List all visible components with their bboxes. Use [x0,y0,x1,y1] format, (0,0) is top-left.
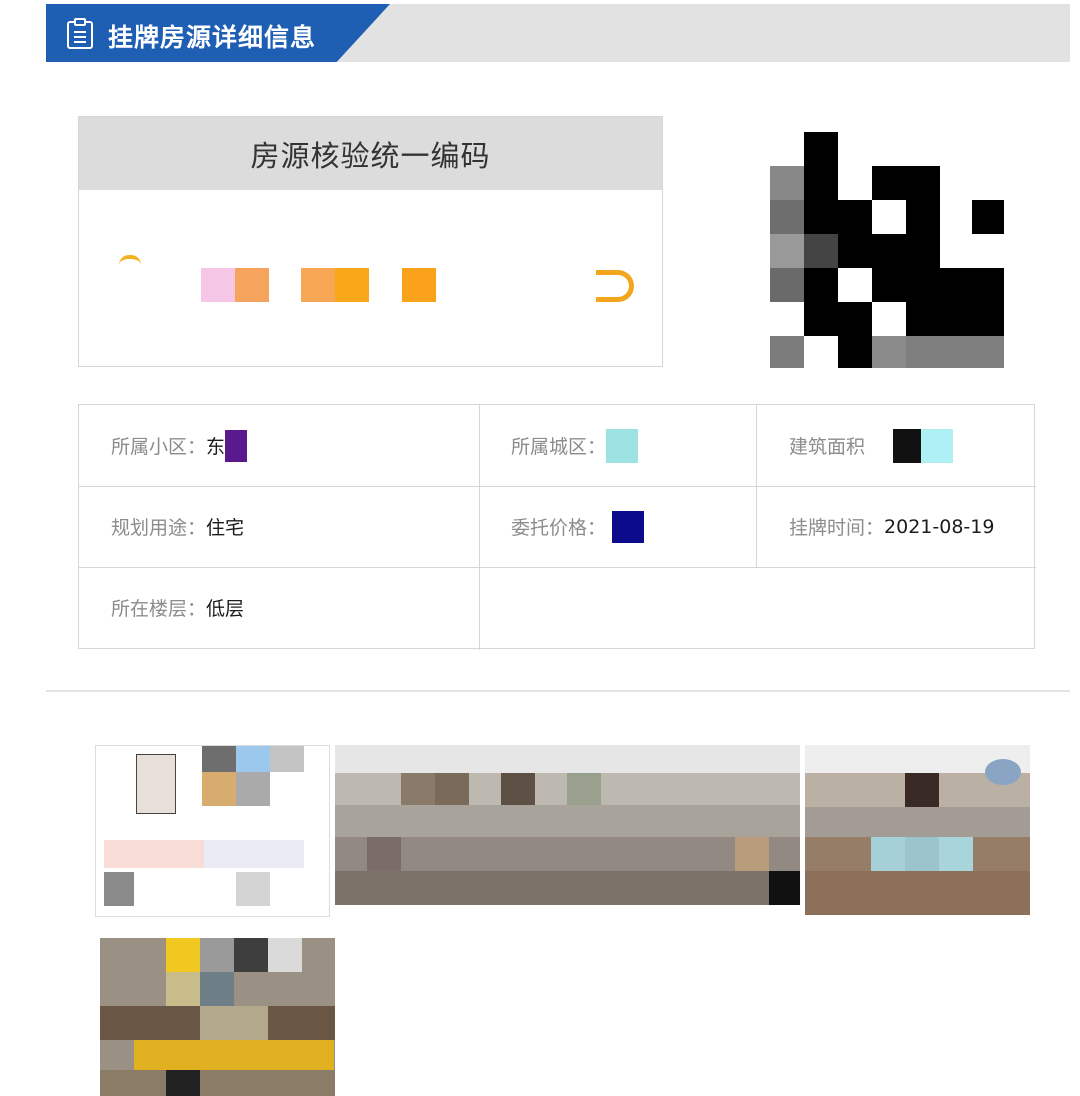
listing-photo-room-1[interactable] [335,745,800,905]
info-area: 建筑面积 [789,405,1029,486]
listing-photo-room-3[interactable] [100,938,335,1096]
redacted-block [335,268,369,302]
redacted-block [921,428,954,463]
redacted-block [402,268,436,302]
floor-value: 低层 [206,598,245,620]
document-list-icon [67,18,93,49]
info-district: 所属城区： [511,405,751,486]
listing-photo-floorplan[interactable] [95,745,330,917]
verification-code-value [79,190,662,366]
redacted-block [301,268,335,302]
listing-time-value: 2021-08-19 [884,515,995,538]
section-divider [46,690,1070,692]
info-listing-time: 挂牌时间： 2021-08-19 [789,486,1034,567]
listing-time-label: 挂牌时间： [789,517,885,539]
usage-label: 规划用途： [111,517,207,539]
info-price: 委托价格： [511,486,751,567]
info-community: 所属小区： 东 [111,405,471,486]
floor-label: 所在楼层： [111,598,207,620]
verification-code-title: 房源核验统一编码 [79,117,662,190]
listing-photo-room-2[interactable] [805,745,1030,915]
redacted-block [235,268,269,302]
redacted-block [606,428,639,463]
info-floor: 所在楼层： 低层 [111,567,471,648]
redacted-char [596,270,634,302]
info-usage: 规划用途： 住宅 [111,486,471,567]
community-value: 东 [206,436,226,458]
redacted-block [225,429,248,462]
section-title: 挂牌房源详细信息 [108,23,317,52]
redacted-block [893,428,922,463]
area-label: 建筑面积 [789,436,866,458]
listing-info-table: 所属小区： 东 所属城区： 建筑面积 规划用途： 住宅 委托价格： 挂牌时间： … [78,404,1036,650]
district-label: 所属城区： [511,436,607,458]
section-header-accent: 挂牌房源详细信息 [46,4,390,62]
redacted-char [119,255,141,265]
verification-code-box: 房源核验统一编码 [78,116,663,367]
usage-value: 住宅 [206,517,245,539]
qr-code-icon [766,118,1006,373]
price-label: 委托价格： [511,517,607,539]
redacted-block [201,268,235,302]
community-label: 所属小区： [111,436,207,458]
redacted-block [612,510,645,543]
section-header: 挂牌房源详细信息 [46,4,1070,62]
